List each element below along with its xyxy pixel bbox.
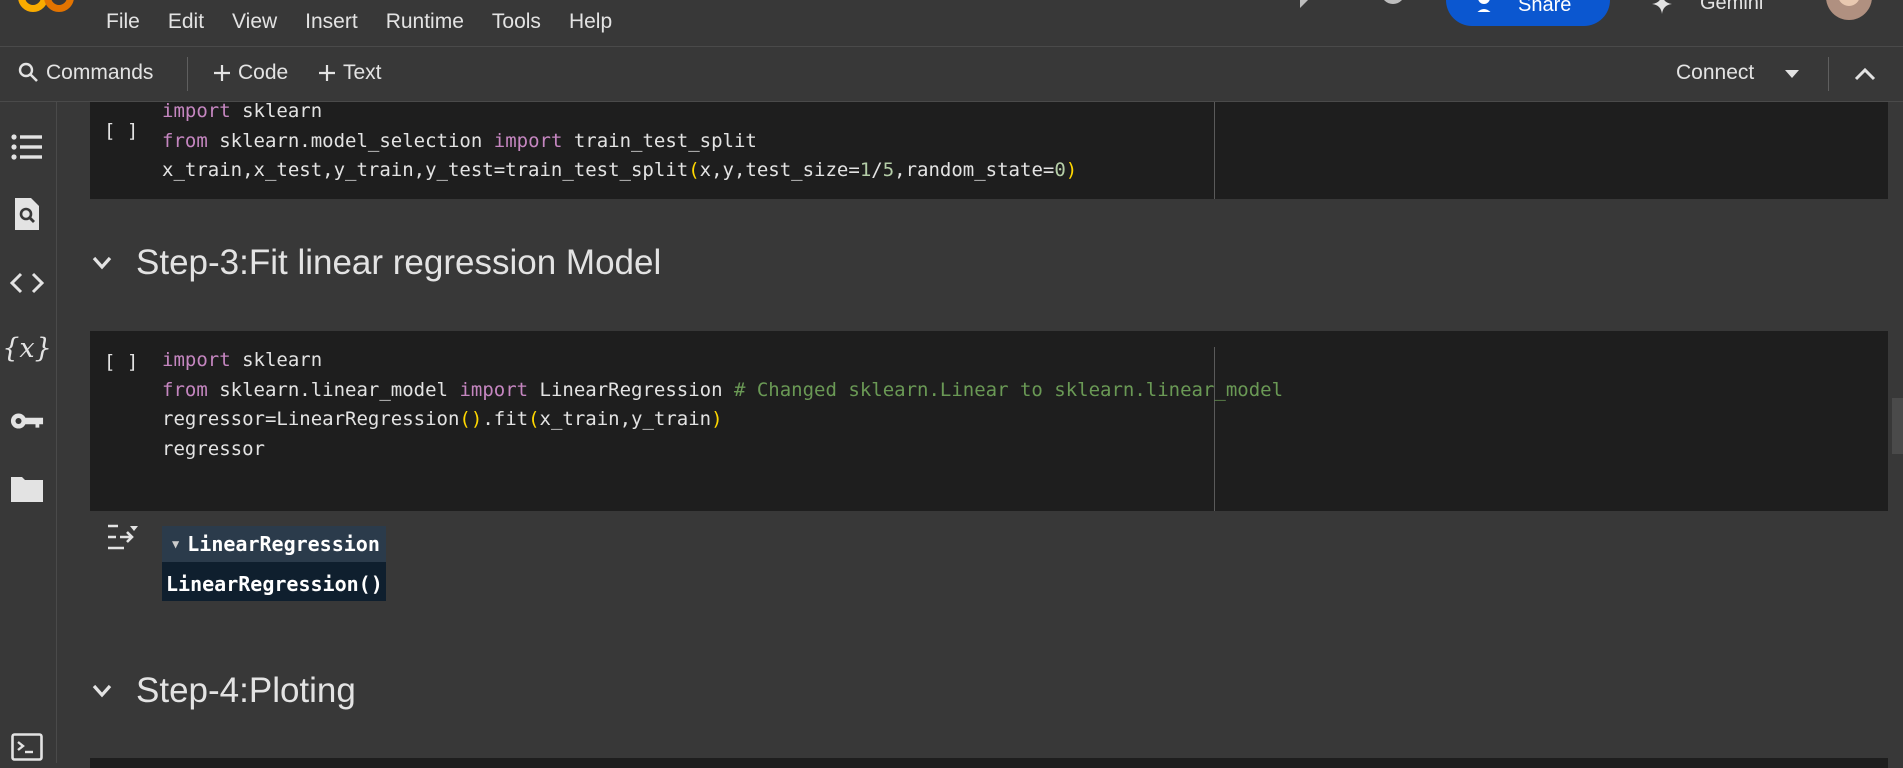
run-cell-button[interactable]: [ ]	[104, 120, 138, 142]
line-length-ruler	[1214, 102, 1215, 199]
files-folder-icon[interactable]	[10, 472, 44, 506]
code-editor[interactable]: import sklearn from sklearn.linear_model …	[162, 346, 1283, 464]
left-sidebar: {𝑥}	[0, 102, 57, 763]
estimator-repr: LinearRegression()	[166, 572, 383, 596]
menu-tools[interactable]: Tools	[478, 10, 555, 34]
estimator-title: LinearRegression	[187, 532, 380, 556]
add-code-cell-button[interactable]: Code	[212, 61, 288, 85]
variables-icon[interactable]: {𝑥}	[2, 331, 52, 365]
comment-icon[interactable]	[1296, 0, 1334, 12]
share-label: Share	[1518, 0, 1572, 16]
connect-dropdown-icon[interactable]	[1784, 69, 1800, 79]
scrollbar-thumb[interactable]	[1892, 398, 1903, 454]
table-of-contents-icon[interactable]	[10, 130, 44, 164]
terminal-icon[interactable]	[10, 730, 44, 764]
menu-bar: File Edit View Insert Runtime Tools Help…	[0, 0, 1903, 46]
commands-label: Commands	[46, 61, 154, 84]
section-heading-step3: Step-3:Fit linear regression Model	[92, 243, 661, 283]
collapse-chevron-up-icon[interactable]	[1854, 66, 1876, 82]
code-cell[interactable]: [ ] import sklearn from sklearn.model_sel…	[90, 100, 1888, 199]
menu-view[interactable]: View	[218, 10, 291, 34]
run-cell-button[interactable]: [ ]	[104, 351, 138, 373]
code-label: Code	[238, 61, 289, 84]
expand-triangle-icon: ▼	[172, 537, 180, 551]
main-menu: File Edit View Insert Runtime Tools Help	[94, 10, 626, 34]
find-replace-icon[interactable]	[10, 197, 44, 231]
search-icon	[18, 62, 38, 82]
estimator-toggle[interactable]: ▼ LinearRegression	[162, 526, 386, 562]
gemini-sparkle-icon	[1652, 0, 1672, 14]
collapse-section-chevron-icon[interactable]	[92, 684, 112, 698]
menu-file[interactable]: File	[94, 10, 154, 34]
notebook-toolbar: Commands Code Text Connect	[0, 46, 1903, 102]
code-editor[interactable]: import sklearn from sklearn.model_selecti…	[162, 97, 1077, 186]
heading-text: Step-4:Ploting	[136, 671, 356, 710]
code-line-1: import sklearn	[162, 349, 323, 371]
heading-text: Step-3:Fit linear regression Model	[136, 243, 662, 282]
commands-button[interactable]: Commands	[18, 61, 153, 85]
code-cell[interactable]: [ ] import sklearn from sklearn.linear_mo…	[90, 331, 1888, 511]
code-line-2: from sklearn.linear_model import LinearR…	[162, 378, 1284, 401]
code-line-3: regressor=LinearRegression().fit(x_train…	[162, 408, 723, 430]
code-cell[interactable]	[90, 758, 1888, 768]
share-button[interactable]: Share	[1446, 0, 1610, 26]
code-line-1: import sklearn	[162, 100, 323, 122]
code-line-4: regressor	[162, 437, 265, 460]
text-label: Text	[343, 61, 382, 84]
toolbar-divider	[187, 57, 188, 91]
menu-runtime[interactable]: Runtime	[372, 10, 478, 34]
output-actions-icon[interactable]	[106, 522, 140, 552]
section-heading-step4: Step-4:Ploting	[92, 671, 356, 711]
plus-icon	[319, 65, 335, 81]
estimator-output-widget: ▼ LinearRegression LinearRegression()	[162, 526, 386, 601]
person-add-icon	[1477, 0, 1491, 12]
code-snippets-icon[interactable]	[10, 266, 44, 300]
connect-label: Connect	[1676, 61, 1755, 84]
add-text-cell-button[interactable]: Text	[317, 61, 382, 85]
settings-gear-icon[interactable]	[1376, 0, 1410, 8]
plus-icon	[214, 65, 230, 81]
code-line-3: x_train,x_test,y_train,y_test=train_test…	[162, 159, 1078, 181]
connect-button[interactable]: Connect	[1676, 61, 1754, 85]
toolbar-divider	[1828, 57, 1829, 91]
menu-help[interactable]: Help	[555, 10, 626, 34]
collapse-section-chevron-icon[interactable]	[92, 256, 112, 270]
menu-insert[interactable]: Insert	[291, 10, 372, 34]
secrets-key-icon[interactable]	[10, 404, 44, 438]
gemini-label: Gemini	[1700, 0, 1764, 14]
user-avatar[interactable]	[1826, 0, 1872, 20]
code-line-2: from sklearn.model_selection import trai…	[162, 129, 757, 152]
colab-logo[interactable]	[18, 0, 80, 12]
menu-edit[interactable]: Edit	[154, 10, 218, 34]
